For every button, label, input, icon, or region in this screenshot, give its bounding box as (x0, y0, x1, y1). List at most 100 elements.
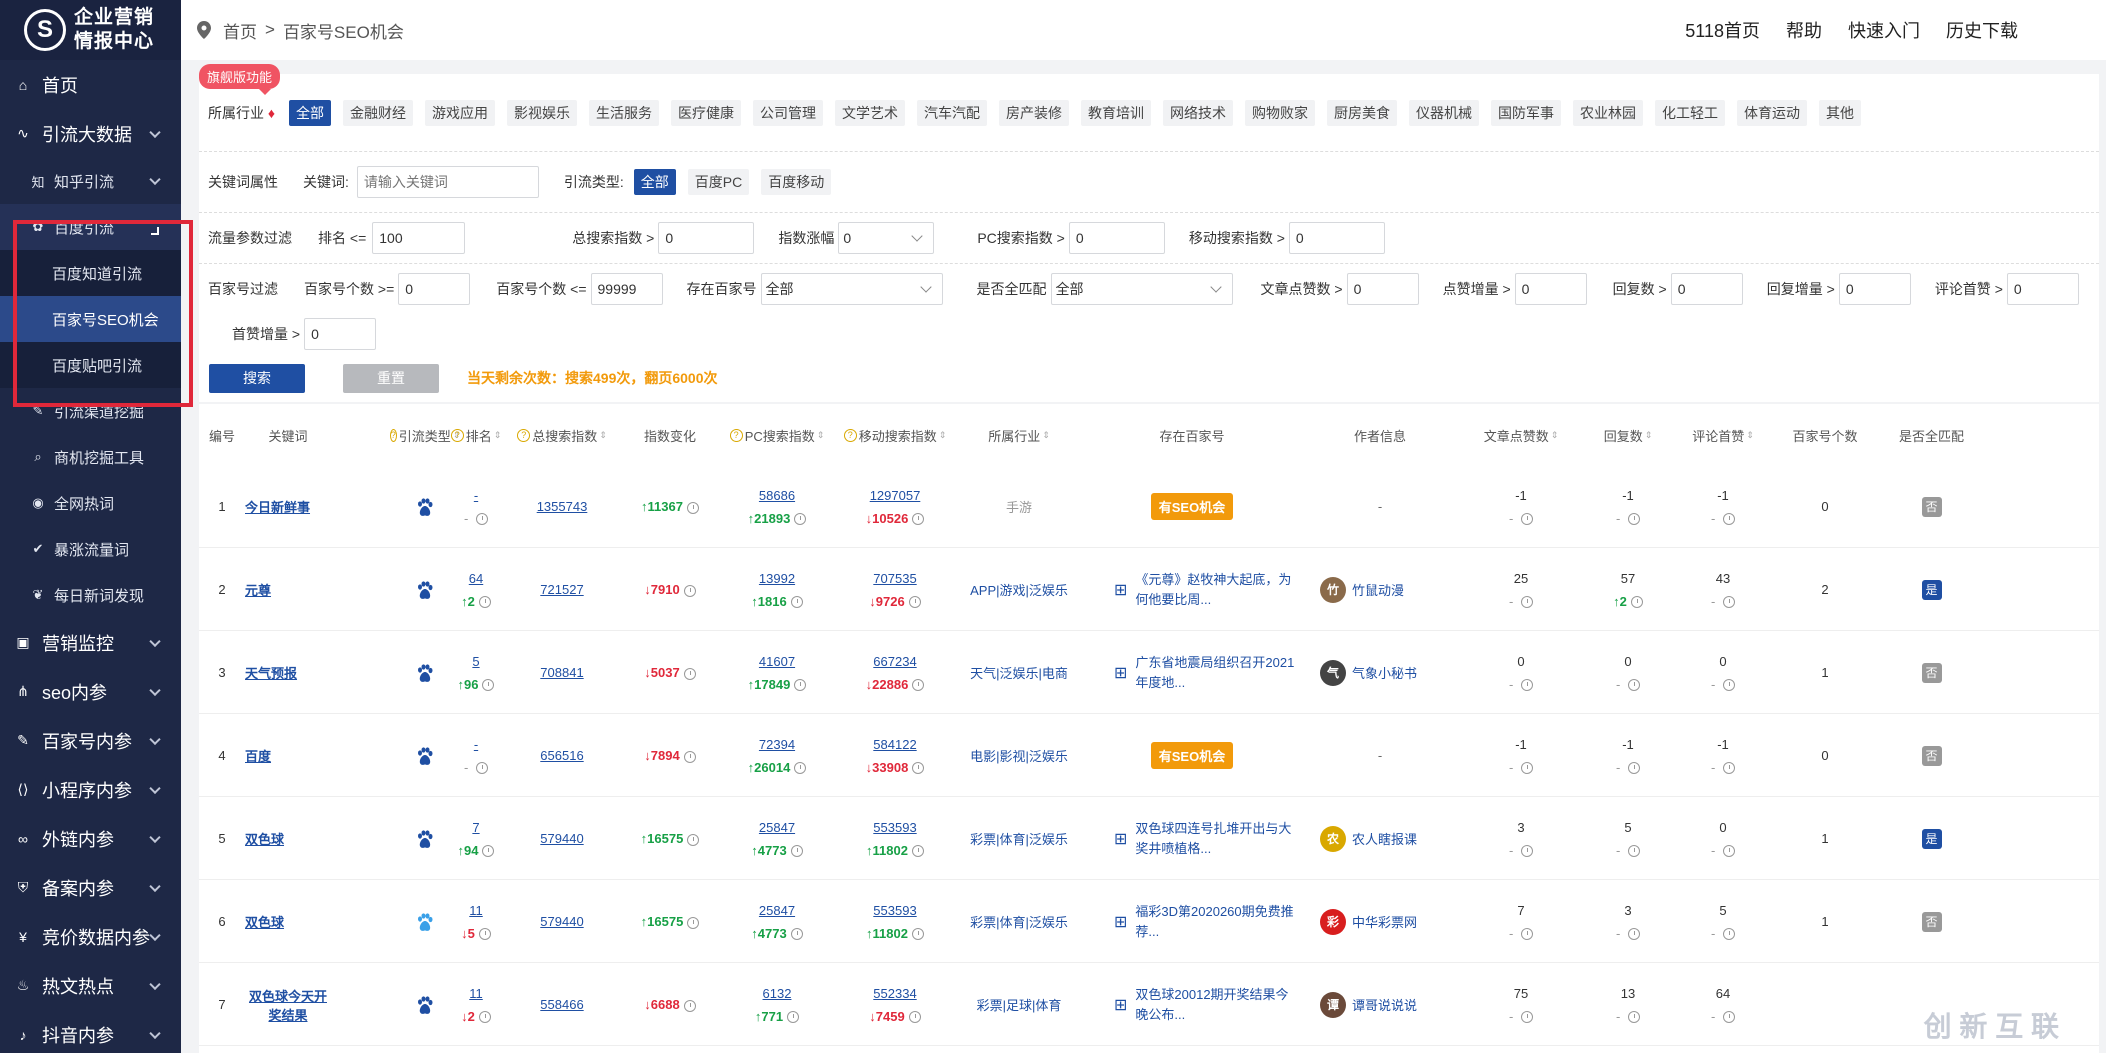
sidebar-item-newwords[interactable]: ❦ 每日新词发现 (0, 572, 181, 618)
bjh-max-input[interactable] (590, 273, 663, 305)
col-header[interactable]: ? PC搜索指数 ⇕ (718, 418, 836, 452)
sidebar-item-baidu-zhidao[interactable]: 百度知道引流 (0, 250, 181, 296)
history-icon[interactable] (1520, 845, 1533, 858)
mobile-index[interactable]: 707535 ↓9726 (836, 548, 954, 631)
history-icon[interactable] (912, 513, 925, 526)
author-info[interactable]: 彩中华彩票网 (1300, 880, 1460, 963)
history-icon[interactable] (482, 679, 495, 692)
keyword-link[interactable]: 双色球 (245, 797, 331, 880)
keyword-link[interactable]: 天气预报 (245, 631, 331, 714)
industry-tag[interactable]: 化工轻工 (1655, 99, 1726, 126)
history-icon[interactable] (478, 928, 491, 941)
bjh-article[interactable]: ⊞ 广东省地震局组织召开2021年度地... (1084, 631, 1300, 714)
history-icon[interactable] (1627, 928, 1640, 941)
like-inc-input[interactable] (1514, 273, 1587, 305)
sidebar-item-tieba[interactable]: 百度贴吧引流 (0, 342, 181, 388)
keyword-link[interactable]: 双色球今天开奖结果 (245, 963, 331, 1046)
author-info[interactable]: 谭谭哥说说说 (1300, 963, 1460, 1046)
history-icon[interactable] (1722, 928, 1735, 941)
history-icon[interactable] (683, 667, 696, 680)
match-select[interactable]: 全部 (1050, 273, 1233, 305)
history-icon[interactable] (1520, 513, 1533, 526)
industry-tag[interactable]: 文学艺术 (835, 99, 906, 126)
history-icon[interactable] (1520, 679, 1533, 692)
keyword-link[interactable]: 百度 (245, 714, 331, 797)
history-icon[interactable] (683, 584, 696, 597)
author-info[interactable]: 气气象小秘书 (1300, 631, 1460, 714)
history-icon[interactable] (908, 596, 921, 609)
history-icon[interactable] (687, 916, 700, 929)
pc-index[interactable]: 58686 ↑21893 (718, 465, 836, 548)
history-icon[interactable] (686, 501, 699, 514)
breadcrumb-home[interactable]: 首页 (223, 18, 257, 43)
industry-tag[interactable]: 农业林园 (1573, 99, 1644, 126)
mobile-index[interactable]: 1297057 ↓10526 (836, 465, 954, 548)
total-index[interactable]: 708841 (502, 631, 622, 714)
history-icon[interactable] (794, 513, 807, 526)
sidebar-item-traffic[interactable]: ∿ 引流大数据 (0, 109, 181, 158)
keyword-link[interactable]: 今日新鲜事 (245, 465, 331, 548)
bjh-article[interactable]: ⊞ 《元尊》赵牧神大起底，为何他要比周... (1084, 548, 1300, 631)
article-link[interactable]: 广东省地震局组织召开2021年度地... (1135, 653, 1295, 693)
history-icon[interactable] (1627, 1011, 1640, 1024)
industry-tag[interactable]: 体育运动 (1737, 99, 1808, 126)
link-5118-home[interactable]: 5118首页 (1685, 17, 1760, 43)
history-icon[interactable] (475, 513, 488, 526)
total-index[interactable]: 1355743 (502, 465, 622, 548)
reply-inc-input[interactable] (1838, 273, 1911, 305)
sidebar-item-seo[interactable]: ⋔ seo内参 (0, 667, 181, 716)
link-download-history[interactable]: 历史下载 (1946, 17, 2018, 43)
history-icon[interactable] (478, 596, 491, 609)
sidebar-item-home[interactable]: ⌂ 首页 (0, 60, 181, 109)
sidebar-item-miniapp[interactable]: ⟨⟩ 小程序内参 (0, 765, 181, 814)
industry-tag[interactable]: 生活服务 (589, 99, 660, 126)
reply-input[interactable] (1670, 273, 1743, 305)
mobile-index[interactable]: 584122 ↓33908 (836, 714, 954, 797)
pc-index[interactable]: 6132 ↑771 (718, 963, 836, 1046)
logo[interactable]: S 企业营销 情报中心 (0, 0, 181, 60)
total-index[interactable]: 579440 (502, 797, 622, 880)
search-button[interactable]: 搜索 (209, 363, 305, 393)
rank-cell[interactable]: -- (450, 465, 502, 548)
likes-input[interactable] (1346, 273, 1419, 305)
keyword-link[interactable]: 双色球 (245, 880, 331, 963)
industry-tag[interactable]: 全部 (289, 99, 332, 126)
history-icon[interactable] (790, 596, 803, 609)
type-mobile[interactable]: 百度移动 (761, 169, 832, 195)
rank-cell[interactable]: -- (450, 714, 502, 797)
history-icon[interactable] (1520, 1011, 1533, 1024)
pc-index-input[interactable] (1068, 222, 1165, 254)
col-header[interactable]: 文章点赞数 ⇕ (1460, 418, 1582, 452)
sidebar-item-surge[interactable]: ✔ 暴涨流量词 (0, 526, 181, 572)
history-icon[interactable] (911, 928, 924, 941)
history-icon[interactable] (912, 762, 925, 775)
history-icon[interactable] (1520, 928, 1533, 941)
rank-cell[interactable]: 5 ↑96 (450, 631, 502, 714)
article-link[interactable]: 福彩3D第2020260期免费推荐... (1135, 902, 1295, 942)
rank-cell[interactable]: 11 ↓5 (450, 880, 502, 963)
article-link[interactable]: 《元尊》赵牧神大起底，为何他要比周... (1135, 570, 1295, 610)
history-icon[interactable] (1627, 679, 1640, 692)
mobile-index[interactable]: 667234 ↓22886 (836, 631, 954, 714)
sidebar-item-bjh[interactable]: ✎ 百家号内参 (0, 716, 181, 765)
industry-tag[interactable]: 医疗健康 (671, 99, 742, 126)
industry-tag[interactable]: 购物败家 (1245, 99, 1316, 126)
sidebar-item-bidding[interactable]: ¥ 竞价数据内参 (0, 912, 181, 961)
rank-cell[interactable]: 64 ↑2 (450, 548, 502, 631)
history-icon[interactable] (1627, 845, 1640, 858)
history-icon[interactable] (1630, 596, 1643, 609)
history-icon[interactable] (478, 1011, 491, 1024)
history-icon[interactable] (908, 1011, 921, 1024)
keyword-input[interactable] (356, 166, 539, 198)
industry-tag[interactable]: 网络技术 (1163, 99, 1234, 126)
article-link[interactable]: 双色球四连号扎堆开出与大奖井喷植格... (1135, 819, 1295, 859)
history-icon[interactable] (794, 679, 807, 692)
sidebar-item-icp[interactable]: ⛨ 备案内参 (0, 863, 181, 912)
mobile-index-input[interactable] (1288, 222, 1385, 254)
industry-tag[interactable]: 游戏应用 (425, 99, 496, 126)
history-icon[interactable] (683, 750, 696, 763)
industry-tag[interactable]: 汽车汽配 (917, 99, 988, 126)
pc-index[interactable]: 25847 ↑4773 (718, 880, 836, 963)
author-info[interactable]: 竹竹鼠动漫 (1300, 548, 1460, 631)
mobile-index[interactable]: 552334 ↓7459 (836, 963, 954, 1046)
